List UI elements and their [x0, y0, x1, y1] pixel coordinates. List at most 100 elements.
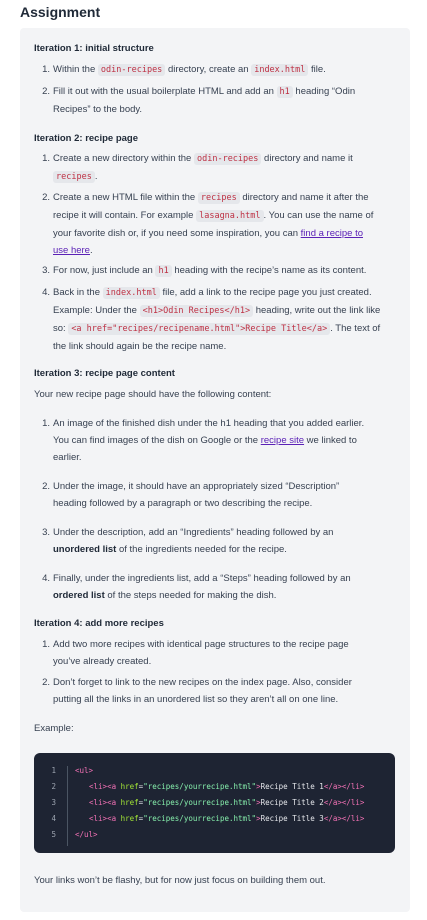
item-text: putting all the links in an unordered li… [53, 694, 339, 705]
item-text: Finally, under the ingredients list, add… [53, 573, 351, 584]
item-text: heading “Odin [292, 86, 356, 97]
code-token: "recipes/yourrecipe.html" [143, 798, 257, 807]
code-line: </ul> [75, 830, 98, 839]
code-token: <li> [89, 798, 108, 807]
item-text: Don’t forget to link to the new recipes … [53, 677, 352, 688]
line-number-gutter: 1 2 3 4 5 [47, 766, 68, 846]
inline-code: recipes [197, 192, 240, 204]
item-number: 2. [42, 192, 50, 203]
code-token: "recipes/yourrecipe.html" [143, 782, 257, 791]
item-text: file, add a link to the recipe page you … [159, 287, 372, 298]
bold-term: unordered list [53, 544, 117, 555]
code-token: </a> [323, 782, 342, 791]
inline-code: lasagna.html [196, 210, 264, 222]
recipe-link[interactable]: find a recipe to [301, 228, 363, 239]
footer-note: Your links won’t be flashy, but for now … [34, 875, 326, 886]
iteration-4-title: Iteration 4: add more recipes [34, 618, 164, 629]
code-line: <ul> [75, 766, 93, 775]
code-line: <li><a href="recipes/yourrecipe.html">Re… [89, 814, 364, 823]
code-token: <ul> [75, 766, 94, 775]
code-token: "recipes/yourrecipe.html" [143, 814, 257, 823]
iteration-1-title: Iteration 1: initial structure [34, 43, 154, 54]
item-text: earlier. [53, 452, 82, 463]
code-token: Recipe Title 1 [260, 782, 324, 791]
item-text: Under the image, it should have an appro… [53, 481, 340, 492]
item-number: 1. [42, 639, 50, 650]
assignment-card: Iteration 1: initial structure 1. Within… [20, 28, 410, 912]
item-text: heading with the recipe’s name as its co… [171, 265, 367, 276]
item-text: Add two more recipes with identical page… [53, 639, 349, 650]
item-text: Within the [53, 64, 98, 75]
inline-code: h1 [155, 265, 172, 277]
item-text: Create a new HTML file within the [53, 192, 198, 203]
item-number: 3. [42, 265, 50, 276]
line-number: 5 [51, 830, 56, 839]
item-number: 1. [42, 153, 50, 164]
line-number: 4 [51, 814, 56, 823]
item-number: 4. [42, 287, 50, 298]
inline-code: <a href="recipes/recipename.html">Recipe… [68, 323, 331, 335]
line-number: 3 [51, 798, 56, 807]
code-block: 1 2 3 4 5 <ul> <li><a href="recipes/your… [34, 753, 395, 853]
inline-code: <h1>Odin Recipes</h1> [139, 305, 254, 317]
code-token: Recipe Title 3 [260, 814, 324, 823]
item-text: we linked to [304, 435, 357, 446]
code-token: <a [107, 782, 121, 791]
item-number: 4. [42, 573, 50, 584]
item-text: file. [308, 64, 326, 75]
item-number: 1. [42, 418, 50, 429]
inline-code: odin-recipes [193, 153, 262, 165]
inline-code: recipes [53, 171, 95, 183]
item-text: heading followed by a paragraph or two d… [53, 498, 313, 509]
code-token: </li> [341, 782, 365, 791]
code-token: href [120, 782, 139, 791]
code-token: <a [107, 814, 121, 823]
code-line: <li><a href="recipes/yourrecipe.html">Re… [89, 798, 364, 807]
item-text: you’ve already created. [53, 656, 152, 667]
item-number: 1. [42, 64, 50, 75]
item-text: recipe it will contain. For example [53, 210, 197, 221]
recipe-site-link[interactable]: recipe site [261, 435, 304, 446]
item-number: 2. [42, 86, 50, 97]
bold-term: ordered list [53, 590, 105, 601]
inline-code: h1 [276, 86, 293, 98]
code-token: Recipe Title 2 [260, 798, 324, 807]
code-token: <li> [89, 782, 108, 791]
inline-code: index.html [251, 64, 309, 76]
item-number: 2. [42, 481, 50, 492]
code-line: <li><a href="recipes/yourrecipe.html">Re… [89, 782, 364, 791]
code-token: </a> [323, 798, 342, 807]
item-text: your favorite dish or, if you need some … [53, 228, 301, 239]
item-text: You can find images of the dish on Googl… [53, 435, 261, 446]
code-token: href [120, 798, 139, 807]
item-text: so: [53, 323, 69, 334]
item-text: Example: Under the [53, 305, 140, 316]
page-title: Assignment [20, 4, 101, 20]
item-text: heading, write out the link like [253, 305, 381, 316]
item-text: . [89, 245, 93, 256]
item-text: directory and name it after the [239, 192, 369, 203]
code-token: </li> [341, 798, 365, 807]
item-text: directory and name it [261, 153, 353, 164]
example-label: Example: [34, 723, 74, 734]
item-text: . The text of [330, 323, 381, 334]
iteration-3-intro: Your new recipe page should have the fol… [34, 389, 272, 400]
code-token: </li> [341, 814, 365, 823]
item-text: of the steps needed for making the dish. [104, 590, 277, 601]
item-text: Create a new directory within the [53, 153, 194, 164]
item-text: Under the description, add an “Ingredien… [53, 527, 334, 538]
item-text: An image of the finished dish under the … [53, 418, 365, 429]
item-text: Recipes” to the body. [53, 104, 143, 115]
item-text: For now, just include an [53, 265, 156, 276]
line-number: 2 [51, 782, 56, 791]
iteration-3-title: Iteration 3: recipe page content [34, 368, 175, 379]
item-number: 2. [42, 677, 50, 688]
iteration-2-title: Iteration 2: recipe page [34, 133, 139, 144]
recipe-link-continued[interactable]: use here [53, 245, 90, 256]
item-text: . You can use the name of [263, 210, 374, 221]
code-token: </a> [323, 814, 342, 823]
item-text: Fill it out with the usual boilerplate H… [53, 86, 277, 97]
code-token: <li> [89, 814, 108, 823]
item-text: directory, create an [165, 64, 252, 75]
code-token: href [120, 814, 139, 823]
